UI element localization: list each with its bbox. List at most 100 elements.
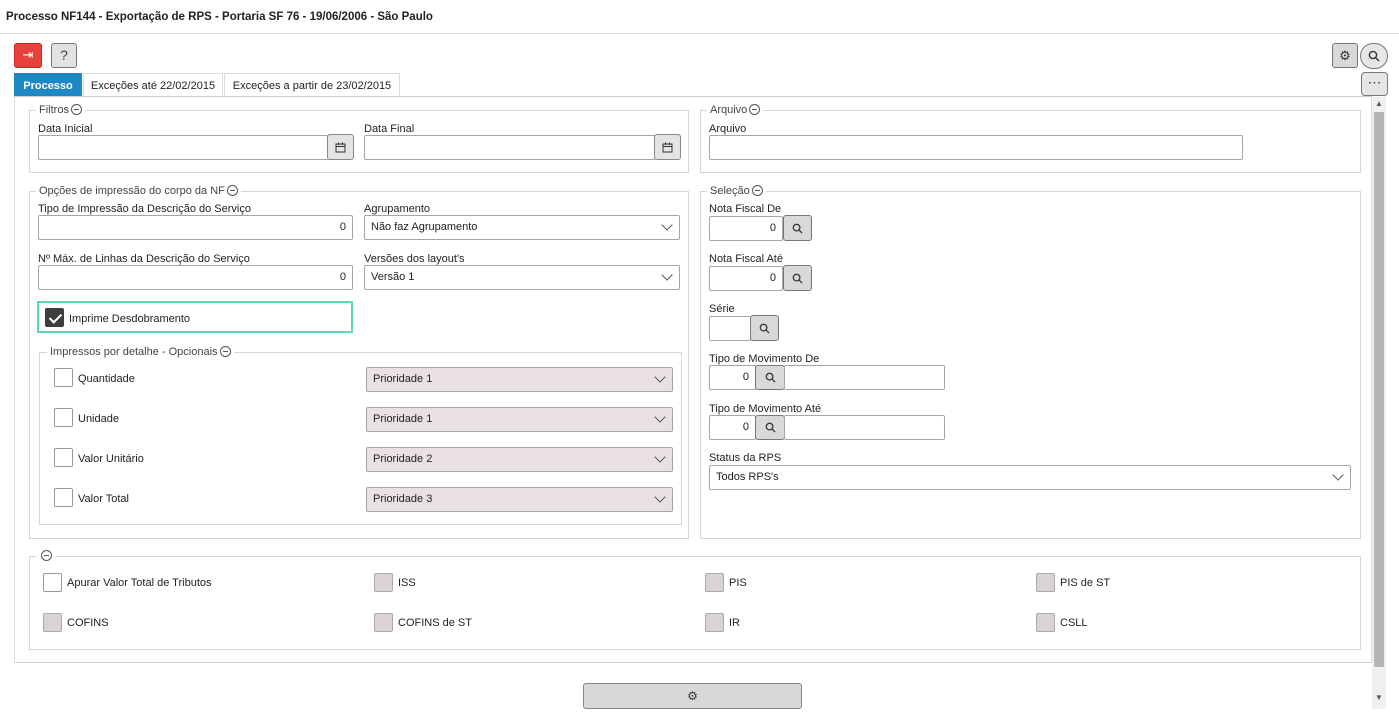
valor-total-prioridade-select[interactable]: Prioridade 3 bbox=[366, 487, 673, 512]
filtros-title: Filtros bbox=[39, 104, 69, 116]
status-rps-label: Status da RPS bbox=[709, 452, 782, 464]
search-button[interactable] bbox=[1360, 43, 1388, 69]
mov-de-description-field bbox=[784, 365, 945, 390]
scroll-down-arrow[interactable]: ▼ bbox=[1372, 693, 1386, 705]
help-button[interactable]: ? bbox=[51, 43, 77, 68]
search-icon bbox=[792, 223, 803, 234]
valor-unitario-checkbox[interactable] bbox=[54, 448, 73, 467]
ir-checkbox[interactable] bbox=[705, 613, 724, 632]
chevron-down-icon bbox=[654, 451, 666, 463]
collapse-icon[interactable] bbox=[70, 103, 82, 115]
pis-st-checkbox[interactable] bbox=[1036, 573, 1055, 592]
agrupamento-label: Agrupamento bbox=[364, 203, 431, 215]
mov-ate-search-button[interactable] bbox=[755, 415, 785, 440]
mov-ate-input[interactable]: 0 bbox=[709, 415, 756, 440]
cofins-st-label: COFINS de ST bbox=[398, 617, 472, 629]
valor-unitario-label: Valor Unitário bbox=[78, 453, 144, 465]
pis-checkbox[interactable] bbox=[705, 573, 724, 592]
tipo-impressao-input[interactable]: 0 bbox=[38, 215, 353, 240]
imprime-desdobramento-checkbox[interactable] bbox=[45, 308, 64, 327]
data-inicial-input[interactable] bbox=[38, 135, 329, 160]
max-linhas-label: Nº Máx. de Linhas da Descrição do Serviç… bbox=[38, 253, 250, 265]
data-inicial-label: Data Inicial bbox=[38, 123, 93, 135]
data-final-label: Data Final bbox=[364, 123, 415, 135]
collapse-icon[interactable] bbox=[226, 184, 238, 196]
exit-icon: ⇥ bbox=[22, 47, 34, 62]
unidade-label: Unidade bbox=[78, 413, 119, 425]
pis-label: PIS bbox=[729, 577, 747, 589]
prioridade-value: Prioridade 3 bbox=[373, 493, 433, 505]
chevron-down-icon bbox=[654, 491, 666, 503]
data-inicial-calendar-button[interactable] bbox=[327, 134, 354, 160]
impressos-legend: Impressos por detalhe - Opcionais bbox=[47, 345, 234, 358]
nf-de-input[interactable]: 0 bbox=[709, 216, 783, 241]
unidade-prioridade-select[interactable]: Prioridade 1 bbox=[366, 407, 673, 432]
settings-button[interactable]: ⚙ bbox=[1332, 43, 1358, 68]
versoes-value: Versão 1 bbox=[371, 271, 415, 283]
arquivo-title: Arquivo bbox=[710, 104, 748, 116]
valor-total-checkbox[interactable] bbox=[54, 488, 73, 507]
agrupamento-value: Não faz Agrupamento bbox=[371, 221, 478, 233]
selecao-title: Seleção bbox=[710, 185, 750, 197]
data-final-calendar-button[interactable] bbox=[654, 134, 681, 160]
iss-checkbox[interactable] bbox=[374, 573, 393, 592]
execute-button[interactable]: ⚙ bbox=[583, 683, 802, 709]
chevron-down-icon bbox=[661, 219, 673, 231]
exit-button[interactable]: ⇥ bbox=[14, 43, 42, 68]
apurar-tributos-checkbox[interactable] bbox=[43, 573, 62, 592]
chevron-down-icon bbox=[661, 269, 673, 281]
nf-ate-search-button[interactable] bbox=[783, 265, 812, 291]
valor-unitario-prioridade-select[interactable]: Prioridade 2 bbox=[366, 447, 673, 472]
csll-label: CSLL bbox=[1060, 617, 1088, 629]
tipo-impressao-label: Tipo de Impressão da Descrição do Serviç… bbox=[38, 203, 251, 215]
chevron-down-icon bbox=[1332, 469, 1344, 481]
scroll-up-arrow[interactable]: ▲ bbox=[1372, 99, 1386, 111]
versoes-select[interactable]: Versão 1 bbox=[364, 265, 680, 290]
mov-de-input[interactable]: 0 bbox=[709, 365, 756, 390]
collapse-icon[interactable] bbox=[41, 549, 52, 561]
tab-processo[interactable]: Processo bbox=[14, 73, 82, 97]
scrollbar-thumb[interactable] bbox=[1374, 112, 1384, 667]
serie-search-button[interactable] bbox=[750, 315, 779, 341]
calendar-icon bbox=[662, 142, 673, 153]
status-rps-select[interactable]: Todos RPS's bbox=[709, 465, 1351, 490]
quantidade-checkbox[interactable] bbox=[54, 368, 73, 387]
more-options-button[interactable]: ⋯ bbox=[1361, 72, 1388, 96]
search-icon bbox=[792, 273, 803, 284]
tab-excecoes-a-partir[interactable]: Exceções a partir de 23/02/2015 bbox=[224, 73, 400, 97]
collapse-icon[interactable] bbox=[751, 184, 763, 196]
window-title: Processo NF144 - Exportação de RPS - Por… bbox=[6, 11, 433, 23]
ir-label: IR bbox=[729, 617, 740, 629]
prioridade-value: Prioridade 1 bbox=[373, 373, 433, 385]
tab-excecoes-ate[interactable]: Exceções até 22/02/2015 bbox=[83, 73, 223, 97]
valor-total-label: Valor Total bbox=[78, 493, 129, 505]
agrupamento-select[interactable]: Não faz Agrupamento bbox=[364, 215, 680, 240]
cofins-st-checkbox[interactable] bbox=[374, 613, 393, 632]
opcoes-legend: Opções de impressão do corpo da NF bbox=[36, 184, 241, 197]
cofins-label: COFINS bbox=[67, 617, 109, 629]
search-icon bbox=[759, 323, 770, 334]
serie-input[interactable] bbox=[709, 316, 751, 341]
selecao-legend: Seleção bbox=[707, 184, 766, 197]
cofins-checkbox[interactable] bbox=[43, 613, 62, 632]
arquivo-input[interactable] bbox=[709, 135, 1243, 160]
csll-checkbox[interactable] bbox=[1036, 613, 1055, 632]
collapse-icon[interactable] bbox=[219, 345, 231, 357]
collapse-icon[interactable] bbox=[749, 103, 761, 115]
pis-st-label: PIS de ST bbox=[1060, 577, 1111, 589]
max-linhas-input[interactable]: 0 bbox=[38, 265, 353, 290]
data-final-input[interactable] bbox=[364, 135, 656, 160]
nf-de-search-button[interactable] bbox=[783, 215, 812, 241]
nf-ate-input[interactable]: 0 bbox=[709, 266, 783, 291]
quantidade-prioridade-select[interactable]: Prioridade 1 bbox=[366, 367, 673, 392]
mov-de-label: Tipo de Movimento De bbox=[709, 353, 820, 365]
unidade-checkbox[interactable] bbox=[54, 408, 73, 427]
mov-de-search-button[interactable] bbox=[755, 365, 785, 390]
arquivo-legend: Arquivo bbox=[707, 103, 764, 116]
prioridade-value: Prioridade 1 bbox=[373, 413, 433, 425]
filtros-legend: Filtros bbox=[36, 103, 85, 116]
tributos-group bbox=[29, 556, 1361, 650]
search-icon bbox=[1368, 50, 1380, 62]
gear-icon: ⚙ bbox=[687, 689, 698, 703]
chevron-down-icon bbox=[654, 371, 666, 383]
